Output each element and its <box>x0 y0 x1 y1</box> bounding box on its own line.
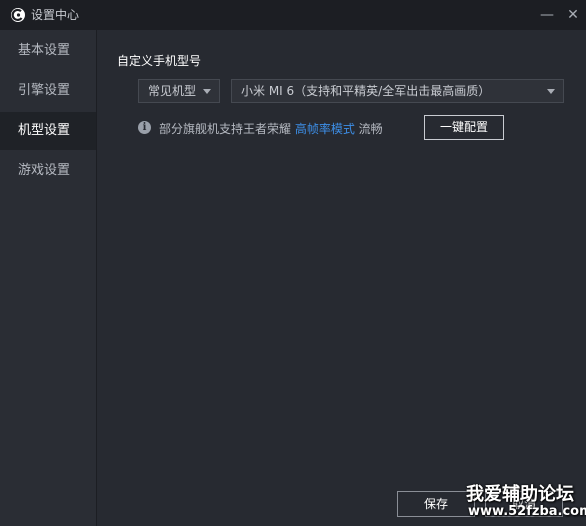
save-button[interactable]: 保存 <box>397 491 475 517</box>
section-title: 自定义手机型号 <box>117 54 202 68</box>
chevron-down-icon <box>203 89 211 94</box>
close-icon[interactable]: ✕ <box>562 4 584 26</box>
main-panel: 自定义手机型号 常见机型 小米 MI 6（支持和平精英/全军出击最高画质） i … <box>97 30 586 526</box>
info-text: 部分旗舰机支持王者荣耀 高帧率模式 流畅 <box>159 120 383 137</box>
minimize-icon[interactable]: — <box>536 4 558 26</box>
window-title: 设置中心 <box>31 8 80 22</box>
device-model-value: 小米 MI 6（支持和平精英/全军出击最高画质） <box>241 84 491 98</box>
sidebar-item-basic[interactable]: 基本设置 <box>0 32 96 70</box>
sidebar: 基本设置 引擎设置 机型设置 游戏设置 <box>0 30 97 526</box>
watermark-title: 我爱辅助论坛 <box>466 484 574 505</box>
sidebar-item-engine[interactable]: 引擎设置 <box>0 72 96 110</box>
device-type-value: 常见机型 <box>148 84 197 98</box>
info-icon: i <box>138 121 151 134</box>
device-type-select[interactable]: 常见机型 <box>138 79 220 103</box>
one-click-config-button[interactable]: 一键配置 <box>424 115 504 140</box>
info-prefix: 部分旗舰机支持王者荣耀 <box>159 122 295 136</box>
watermark-url: www.52fzba.com <box>468 504 586 519</box>
chevron-down-icon <box>547 89 555 94</box>
settings-window: 设置中心 — ✕ 基本设置 引擎设置 机型设置 游戏设置 自定义手机型号 常见机… <box>0 0 586 526</box>
high-frame-rate-link[interactable]: 高帧率模式 <box>295 122 355 136</box>
forum-watermark: 我爱辅助论坛 www.52fzba.com <box>466 480 586 524</box>
sidebar-item-game[interactable]: 游戏设置 <box>0 152 96 190</box>
device-model-select[interactable]: 小米 MI 6（支持和平精英/全军出击最高画质） <box>231 79 564 103</box>
app-logo-icon <box>11 8 25 22</box>
title-bar[interactable]: 设置中心 — ✕ <box>0 0 586 30</box>
sidebar-item-device-model[interactable]: 机型设置 <box>0 112 96 150</box>
info-suffix: 流畅 <box>354 122 383 136</box>
